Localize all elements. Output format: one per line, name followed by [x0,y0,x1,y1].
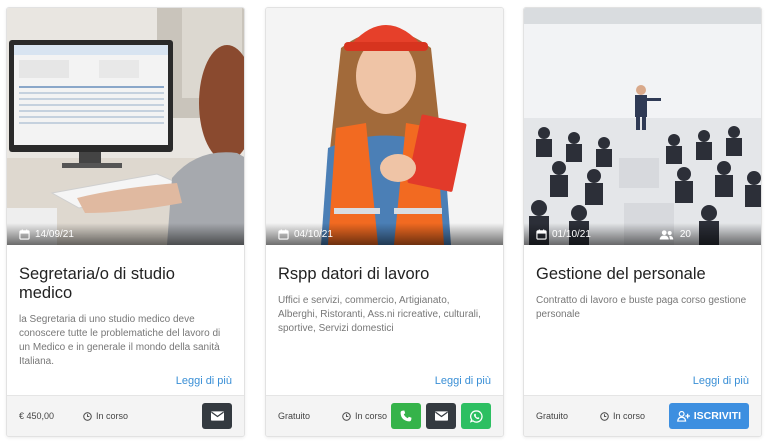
calendar-icon [19,228,30,240]
date-overlay: 04/10/21 [266,223,503,245]
course-card: 01/10/21 20 Gestione del personale Contr… [523,7,762,437]
course-date: 01/10/21 [552,228,591,240]
course-card: 04/10/21 Rspp datori di lavoro Uffici e … [265,7,504,437]
course-title[interactable]: Segretaria/o di studio medico [19,265,232,303]
course-status: In corso [83,411,128,421]
card-footer: Gratuito In corso [266,395,503,436]
email-button[interactable] [426,403,456,429]
course-description: la Segretaria di uno studio medico deve … [19,314,221,367]
course-price: Gratuito [278,411,311,421]
calendar-icon [278,228,289,240]
course-price: € 450,00 [19,411,55,421]
envelope-icon [434,411,448,421]
course-price: Gratuito [536,411,569,421]
course-image[interactable]: 14/09/21 [7,8,244,245]
status-label: In corso [355,411,388,421]
course-description: Uffici e servizi, commercio, Artigianato… [278,295,481,334]
read-more-link[interactable]: Leggi di più [176,375,232,387]
status-label: In corso [613,411,646,421]
clock-icon [342,411,351,421]
users-icon [659,229,674,240]
course-card: 14/09/21 Segretaria/o di studio medico l… [6,7,245,437]
course-status: In corso [342,411,387,421]
user-plus-icon [676,410,690,422]
card-footer: € 450,00 In corso [7,395,244,436]
status-label: In corso [96,411,129,421]
course-image[interactable]: 01/10/21 20 [524,8,761,245]
clock-icon [83,411,92,421]
email-button[interactable] [202,403,232,429]
conference-audience-photo [524,8,761,245]
course-status: In corso [600,411,645,421]
read-more-link[interactable]: Leggi di più [693,375,749,387]
card-footer: Gratuito In corso ISCRIVITI [524,395,761,436]
phone-icon [400,410,412,422]
participants-value: 20 [679,229,691,240]
course-image[interactable]: 04/10/21 [266,8,503,245]
date-overlay: 01/10/21 [524,223,761,245]
enroll-button[interactable]: ISCRIVITI [668,403,749,429]
whatsapp-button[interactable] [461,403,491,429]
course-title[interactable]: Gestione del personale [536,265,749,284]
read-more-link[interactable]: Leggi di più [435,375,491,387]
enroll-label: ISCRIVITI [693,410,741,422]
course-date: 04/10/21 [294,228,333,240]
phone-button[interactable] [391,403,421,429]
date-overlay: 14/09/21 [7,223,244,245]
participants-count: 20 [659,229,691,240]
worker-in-safety-vest-photo [266,8,503,245]
course-date: 14/09/21 [35,228,74,240]
whatsapp-icon [469,409,483,423]
course-description: Contratto di lavoro e buste paga corso g… [536,295,747,320]
envelope-icon [210,411,224,421]
calendar-icon [536,228,547,240]
woman-at-computer-photo [7,8,244,245]
clock-icon [600,411,609,421]
course-title[interactable]: Rspp datori di lavoro [278,265,491,284]
